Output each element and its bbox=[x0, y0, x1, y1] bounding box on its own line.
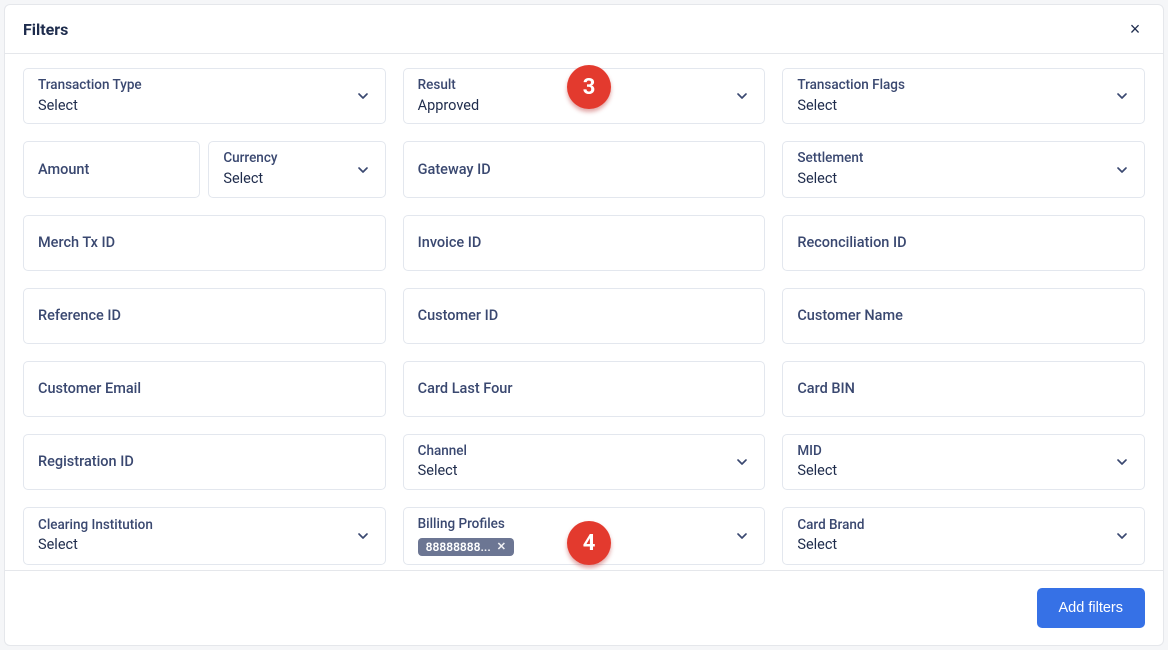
registration-id-input[interactable]: Registration ID bbox=[23, 434, 386, 490]
selected-chip[interactable]: 88888888... ✕ bbox=[418, 538, 514, 556]
field-label: Gateway ID bbox=[418, 161, 491, 178]
field-label: Customer Email bbox=[38, 380, 141, 397]
chevron-down-icon bbox=[1114, 454, 1130, 470]
chip-remove-icon[interactable]: ✕ bbox=[497, 540, 506, 553]
card-bin-input[interactable]: Card BIN bbox=[782, 361, 1145, 417]
add-filters-button[interactable]: Add filters bbox=[1037, 588, 1145, 628]
fields-grid: Transaction Type Select Result Approved bbox=[23, 68, 1145, 565]
panel-title: Filters bbox=[23, 20, 68, 39]
field-label: Clearing Institution bbox=[38, 517, 355, 535]
field-value: Select bbox=[38, 536, 355, 555]
merch-tx-id-input[interactable]: Merch Tx ID bbox=[23, 215, 386, 271]
transaction-type-select[interactable]: Transaction Type Select bbox=[23, 68, 386, 124]
field-label: Card BIN bbox=[797, 380, 855, 397]
transaction-flags-select[interactable]: Transaction Flags Select bbox=[782, 68, 1145, 124]
field-value: Select bbox=[797, 462, 1114, 481]
field-label: Customer Name bbox=[797, 307, 903, 324]
field-label: Transaction Flags bbox=[797, 77, 1114, 95]
filters-panel: Filters × Transaction Type Select Result… bbox=[4, 4, 1164, 646]
result-select[interactable]: Result Approved bbox=[403, 68, 766, 124]
card-brand-select[interactable]: Card Brand Select bbox=[782, 507, 1145, 565]
customer-id-input[interactable]: Customer ID bbox=[403, 288, 766, 344]
panel-header: Filters × bbox=[5, 5, 1163, 54]
amount-input[interactable]: Amount bbox=[23, 141, 200, 197]
field-value: Select bbox=[797, 97, 1114, 116]
field-value: Select bbox=[418, 462, 735, 481]
field-label: Invoice ID bbox=[418, 234, 482, 251]
field-label: Transaction Type bbox=[38, 77, 355, 95]
chevron-down-icon bbox=[734, 454, 750, 470]
field-value: Approved bbox=[418, 97, 735, 116]
chevron-down-icon bbox=[1114, 528, 1130, 544]
panel-footer: Add filters bbox=[5, 570, 1163, 645]
chevron-down-icon bbox=[1114, 88, 1130, 104]
mid-select[interactable]: MID Select bbox=[782, 434, 1145, 490]
chevron-down-icon bbox=[355, 528, 371, 544]
field-label: Amount bbox=[38, 161, 89, 178]
card-last-four-input[interactable]: Card Last Four bbox=[403, 361, 766, 417]
chip-text: 88888888... bbox=[426, 540, 491, 554]
field-label: Card Brand bbox=[797, 517, 1114, 535]
panel-body: Transaction Type Select Result Approved bbox=[5, 54, 1163, 570]
field-label: Result bbox=[418, 77, 735, 95]
reconciliation-id-input[interactable]: Reconciliation ID bbox=[782, 215, 1145, 271]
invoice-id-input[interactable]: Invoice ID bbox=[403, 215, 766, 271]
field-label: Billing Profiles bbox=[418, 516, 735, 534]
clearing-institution-select[interactable]: Clearing Institution Select bbox=[23, 507, 386, 565]
field-label: Settlement bbox=[797, 150, 1114, 168]
field-label: Card Last Four bbox=[418, 380, 513, 397]
field-label: Currency bbox=[223, 150, 354, 168]
field-value: Select bbox=[38, 97, 355, 116]
billing-profiles-select[interactable]: Billing Profiles 88888888... ✕ bbox=[403, 507, 766, 565]
field-label: Reference ID bbox=[38, 307, 121, 324]
chevron-down-icon bbox=[355, 162, 371, 178]
chevron-down-icon bbox=[355, 88, 371, 104]
customer-email-input[interactable]: Customer Email bbox=[23, 361, 386, 417]
channel-select[interactable]: Channel Select bbox=[403, 434, 766, 490]
field-label: Registration ID bbox=[38, 453, 134, 470]
gateway-id-input[interactable]: Gateway ID bbox=[403, 141, 766, 197]
field-label: Channel bbox=[418, 443, 735, 461]
field-label: Customer ID bbox=[418, 307, 499, 324]
close-icon: × bbox=[1130, 20, 1141, 38]
close-button[interactable]: × bbox=[1125, 19, 1145, 39]
chevron-down-icon bbox=[734, 528, 750, 544]
field-value: Select bbox=[797, 536, 1114, 555]
chevron-down-icon bbox=[734, 88, 750, 104]
chevron-down-icon bbox=[1114, 162, 1130, 178]
field-label: Reconciliation ID bbox=[797, 234, 906, 251]
field-value: Select bbox=[797, 170, 1114, 189]
reference-id-input[interactable]: Reference ID bbox=[23, 288, 386, 344]
customer-name-input[interactable]: Customer Name bbox=[782, 288, 1145, 344]
field-label: Merch Tx ID bbox=[38, 234, 115, 251]
currency-select[interactable]: Currency Select bbox=[208, 141, 385, 197]
settlement-select[interactable]: Settlement Select bbox=[782, 141, 1145, 197]
field-label: MID bbox=[797, 443, 1114, 461]
field-value: Select bbox=[223, 170, 354, 189]
